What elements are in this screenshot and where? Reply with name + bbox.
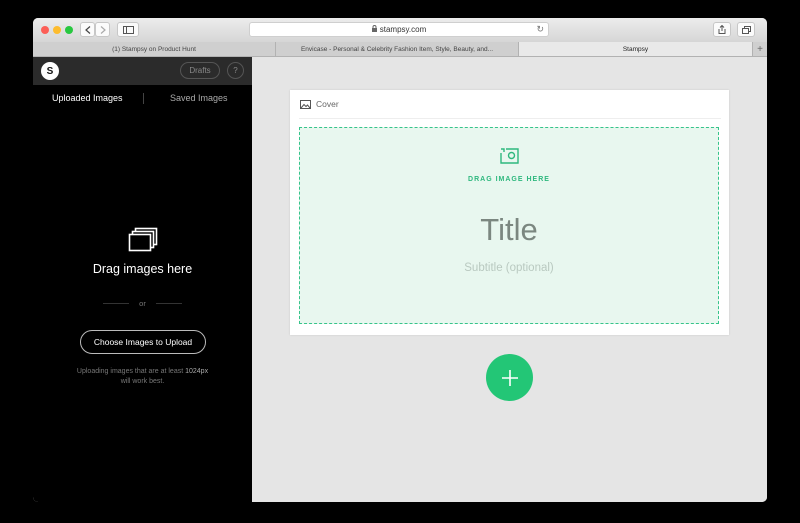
image-placeholder-icon xyxy=(500,148,519,169)
back-button[interactable] xyxy=(80,22,95,37)
close-window-button[interactable] xyxy=(41,26,49,34)
chevron-right-icon xyxy=(100,25,106,34)
drag-image-label: DRAG IMAGE HERE xyxy=(468,176,550,183)
share-icon xyxy=(718,25,726,34)
cover-card: Cover DRAG IMAGE HERE Title Subtitle (op… xyxy=(290,90,729,335)
tab-uploaded-images[interactable]: Uploaded Images xyxy=(52,93,123,103)
browser-toolbar: stampsy.com ↻ xyxy=(33,18,767,43)
subtitle-field[interactable]: Subtitle (optional) xyxy=(300,262,718,274)
stampsy-logo[interactable]: S xyxy=(41,62,59,80)
picture-icon xyxy=(300,99,311,109)
or-label: or xyxy=(139,299,146,308)
sidebar-toggle-button[interactable] xyxy=(117,22,139,37)
reload-icon[interactable]: ↻ xyxy=(536,24,544,35)
sidebar-header: S Drafts ? xyxy=(33,57,252,85)
sidebar: S Drafts ? Uploaded Images Saved Images … xyxy=(33,57,252,502)
browser-tab[interactable]: Envicase - Personal & Celebrity Fashion … xyxy=(276,42,519,56)
upload-hint: Uploading images that are at least 1024p… xyxy=(76,368,209,385)
browser-tab-active[interactable]: Stampsy xyxy=(519,42,753,56)
forward-button[interactable] xyxy=(95,22,110,37)
chevron-left-icon xyxy=(84,25,90,34)
address-bar[interactable]: stampsy.com ↻ xyxy=(249,22,549,37)
hint-size: 1024px xyxy=(185,368,209,375)
help-button[interactable]: ? xyxy=(227,62,244,79)
editor-canvas: Cover DRAG IMAGE HERE Title Subtitle (op… xyxy=(252,57,767,502)
add-block-button[interactable] xyxy=(486,354,533,401)
cover-drop-zone[interactable]: DRAG IMAGE HERE Title Subtitle (optional… xyxy=(299,127,719,324)
cover-header: Cover xyxy=(300,99,339,109)
tabs-overview-button[interactable] xyxy=(737,22,755,37)
plus-icon xyxy=(501,369,518,386)
zoom-window-button[interactable] xyxy=(65,26,73,34)
tab-saved-images[interactable]: Saved Images xyxy=(170,93,228,103)
minimize-window-button[interactable] xyxy=(53,26,61,34)
cover-label: Cover xyxy=(316,99,339,109)
tabs-icon xyxy=(741,25,751,34)
lock-icon xyxy=(371,25,377,34)
browser-window: stampsy.com ↻ (1) Stampsy on Product Hun… xyxy=(33,18,767,502)
tab-divider xyxy=(143,93,144,104)
drag-images-heading: Drag images here xyxy=(92,262,193,276)
address-text: stampsy.com xyxy=(379,25,427,34)
browser-tab-bar: (1) Stampsy on Product Hunt Envicase - P… xyxy=(33,42,767,57)
sidebar-icon xyxy=(122,25,134,34)
or-divider: or xyxy=(33,299,252,308)
share-button[interactable] xyxy=(713,22,731,37)
drafts-button[interactable]: Drafts xyxy=(180,62,220,79)
browser-tab[interactable]: (1) Stampsy on Product Hunt xyxy=(33,42,276,56)
image-stack-icon xyxy=(128,227,158,258)
choose-images-button[interactable]: Choose Images to Upload xyxy=(80,330,206,354)
title-field[interactable]: Title xyxy=(300,212,718,248)
new-tab-icon[interactable]: + xyxy=(753,42,767,56)
